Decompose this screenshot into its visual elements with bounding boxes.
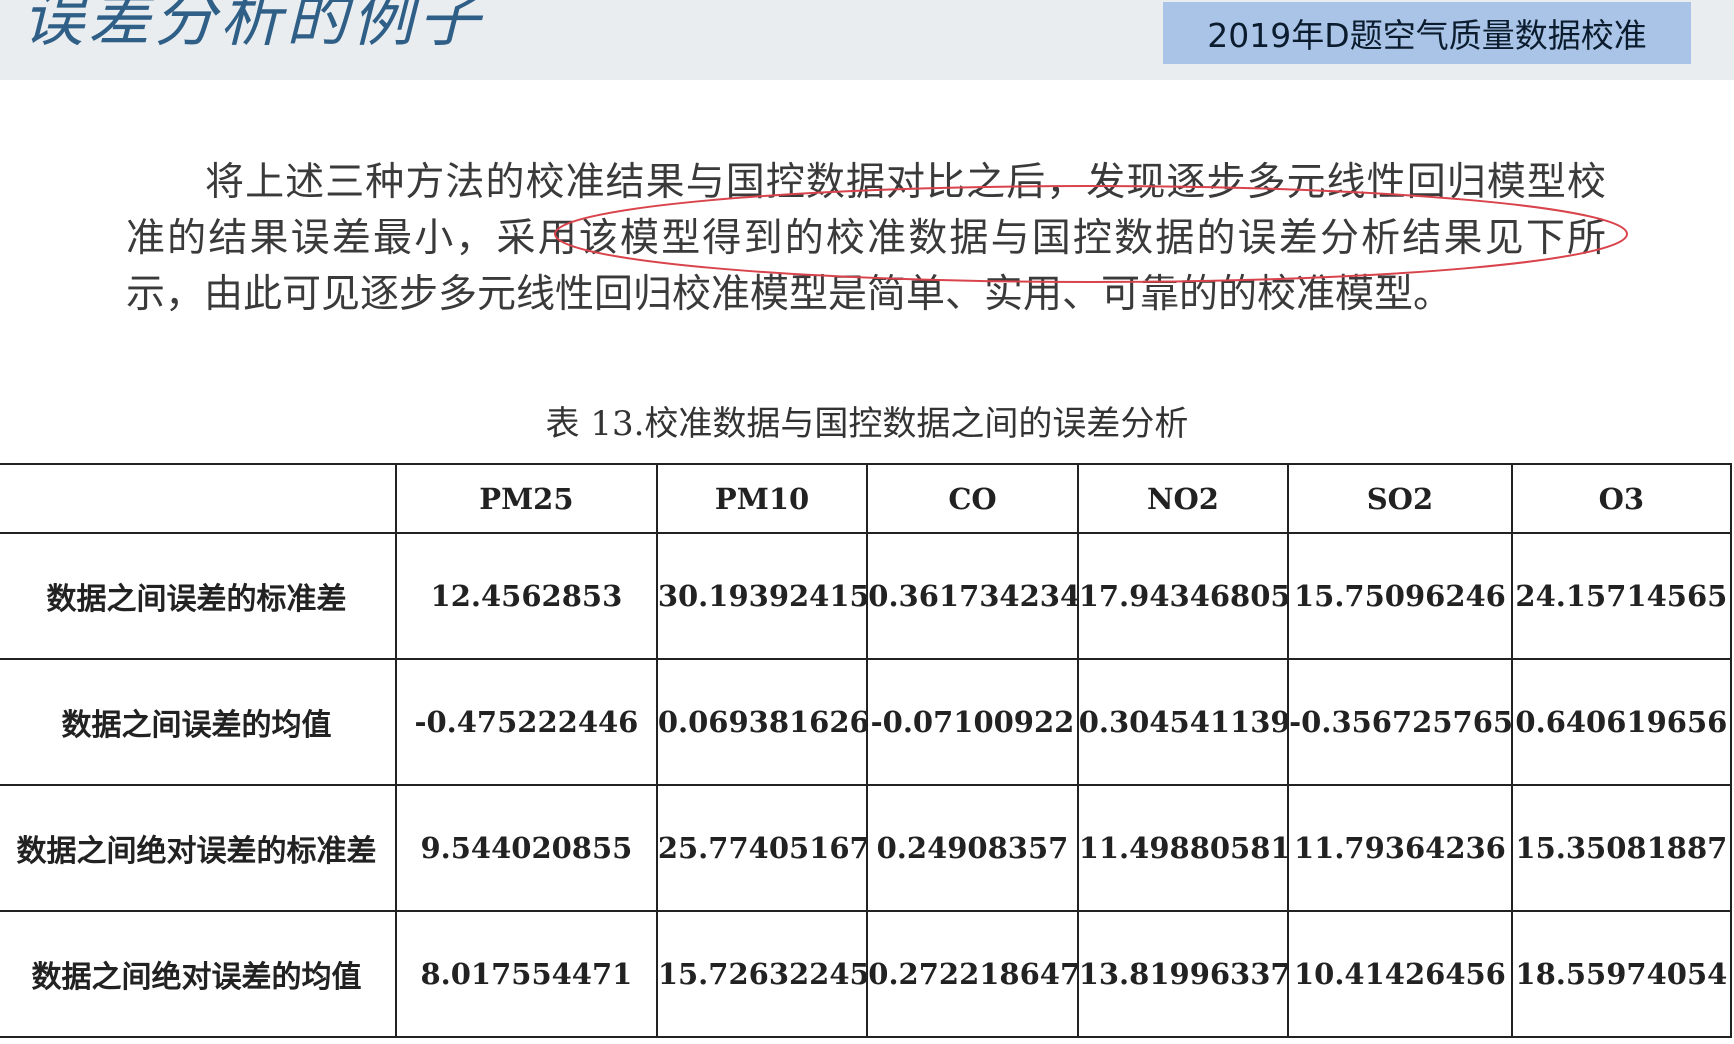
column-header: NO2 (1076, 463, 1290, 534)
table-row: 数据之间误差的标准差 12.4562853 30.19392415 0.3617… (0, 532, 1733, 660)
table-cell: 24.15714565 (1510, 532, 1733, 660)
column-header: O3 (1510, 463, 1733, 534)
table-row: 数据之间误差的均值 -0.475222446 0.069381626 -0.07… (0, 658, 1733, 786)
row-label: 数据之间绝对误差的标准差 (0, 784, 397, 912)
table-cell: 11.49880581 (1076, 784, 1291, 912)
table-row: 数据之间绝对误差的均值 8.017554471 15.72632245 0.27… (0, 910, 1733, 1038)
table-cell: 17.94346805 (1076, 532, 1291, 660)
table-cell: 9.544020855 (394, 784, 658, 912)
table-cell: 25.77405167 (655, 784, 870, 912)
table-cell: -0.07100922 (866, 658, 1079, 786)
table-cell: -0.475222446 (394, 658, 658, 786)
body-paragraph: 将上述三种方法的校准结果与国控数据对比之后，发现逐步多元线性回归模型校准的结果误… (126, 155, 1606, 323)
table-row: 数据之间绝对误差的标准差 9.544020855 25.77405167 0.2… (0, 784, 1733, 912)
error-analysis-table: PM25 PM10 CO NO2 SO2 O3 数据之间误差的标准差 12.45… (0, 463, 1733, 1038)
table-cell: 15.35081887 (1510, 784, 1733, 912)
row-label: 数据之间绝对误差的均值 (0, 910, 397, 1038)
column-header: CO (866, 463, 1079, 534)
row-label: 数据之间误差的标准差 (0, 532, 397, 660)
table-header-row: PM25 PM10 CO NO2 SO2 O3 (0, 463, 1733, 534)
topic-tag: 2019年D题空气质量数据校准 (1163, 2, 1691, 64)
header-band: 误差分析的例子 2019年D题空气质量数据校准 (0, 0, 1734, 80)
table-cell: 8.017554471 (394, 910, 658, 1038)
table-cell: -0.356725765 (1287, 658, 1513, 786)
table-cell: 12.4562853 (394, 532, 658, 660)
table-cell: 18.55974054 (1510, 910, 1733, 1038)
table-cell: 15.72632245 (655, 910, 870, 1038)
table-cell: 13.81996337 (1076, 910, 1291, 1038)
table-cell: 15.75096246 (1287, 532, 1513, 660)
table-cell: 0.304541139 (1076, 658, 1291, 786)
paragraph-text: 将上述三种方法的校准结果与国控数据对比之后，发现逐步多元线性回归模型校准的结果误… (126, 160, 1606, 317)
table-cell: 0.24908357 (866, 784, 1079, 912)
table-caption: 表 13.校准数据与国控数据之间的误差分析 (545, 404, 1189, 444)
row-label: 数据之间误差的均值 (0, 658, 397, 786)
table-cell: 0.640619656 (1510, 658, 1733, 786)
column-header: PM25 (394, 463, 658, 534)
column-header: SO2 (1287, 463, 1513, 534)
table-cell: 0.069381626 (655, 658, 870, 786)
table-cell: 0.361734234 (866, 532, 1080, 660)
slide-title: 误差分析的例子 (22, 0, 485, 55)
table-cell: 0.272218647 (866, 910, 1080, 1038)
column-header (0, 463, 397, 534)
table-cell: 10.41426456 (1287, 910, 1513, 1038)
table-cell: 30.19392415 (655, 532, 870, 660)
column-header: PM10 (655, 463, 869, 534)
table-cell: 11.79364236 (1287, 784, 1513, 912)
